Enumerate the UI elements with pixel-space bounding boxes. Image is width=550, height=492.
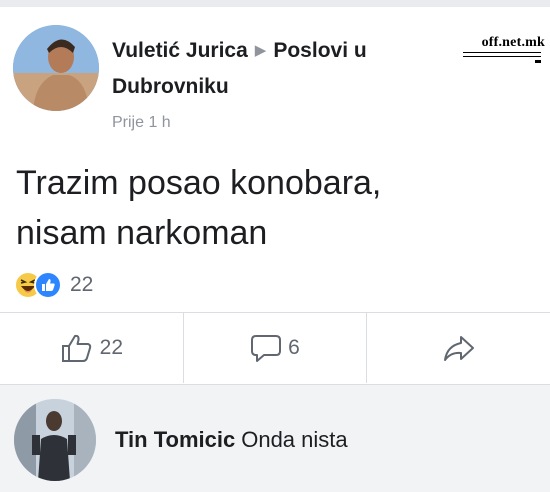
- person-photo-icon: [14, 399, 96, 481]
- like-reaction-icon: [34, 271, 62, 299]
- post-header: Vuletić Jurica ▶ Poslovi u Dubrovniku Prij…: [0, 7, 550, 147]
- top-strip: [0, 0, 550, 7]
- comment-button[interactable]: 6: [182, 313, 367, 383]
- post-body: Trazim posao konobara, nisam narkoman: [16, 158, 516, 258]
- triangle-right-icon: ▶: [254, 42, 267, 59]
- watermark-underline: [463, 56, 541, 57]
- share-arrow-icon: [443, 336, 474, 361]
- share-button[interactable]: [366, 313, 550, 383]
- post-text-line: nisam narkoman: [16, 214, 268, 252]
- post-text-line: Trazim posao konobara,: [16, 164, 382, 202]
- post-timestamp[interactable]: Prije 1 h: [112, 114, 171, 132]
- reactions-summary[interactable]: 22: [14, 269, 93, 301]
- action-bar: 22 6: [0, 312, 550, 384]
- comment-text: Onda nista: [241, 427, 348, 452]
- thumbs-up-icon: [61, 334, 91, 362]
- reactions-count: 22: [70, 273, 94, 296]
- group-name-continued[interactable]: Dubrovniku: [112, 75, 229, 98]
- comment-line: Tin Tomicic Onda nista: [115, 427, 348, 453]
- watermark-underline: [463, 52, 541, 53]
- person-photo-icon: [13, 25, 99, 111]
- comment-bubble-icon: [251, 335, 282, 362]
- group-name[interactable]: Poslovi u: [273, 39, 366, 62]
- comment-count: 6: [288, 336, 300, 359]
- watermark: off.net.mk: [455, 35, 545, 69]
- watermark-mark: [535, 60, 541, 63]
- post-author-line: Vuletić Jurica ▶ Poslovi u Dubrovniku: [112, 34, 442, 104]
- commenter-avatar[interactable]: [14, 399, 96, 481]
- comment-author[interactable]: Tin Tomicic: [115, 427, 235, 452]
- watermark-text: off.net.mk: [481, 35, 545, 50]
- like-count: 22: [99, 336, 124, 359]
- post-author-name[interactable]: Vuletić Jurica: [112, 39, 248, 62]
- author-avatar[interactable]: [13, 25, 99, 111]
- comment-area: Tin Tomicic Onda nista: [0, 384, 550, 492]
- like-button[interactable]: 22: [0, 313, 183, 383]
